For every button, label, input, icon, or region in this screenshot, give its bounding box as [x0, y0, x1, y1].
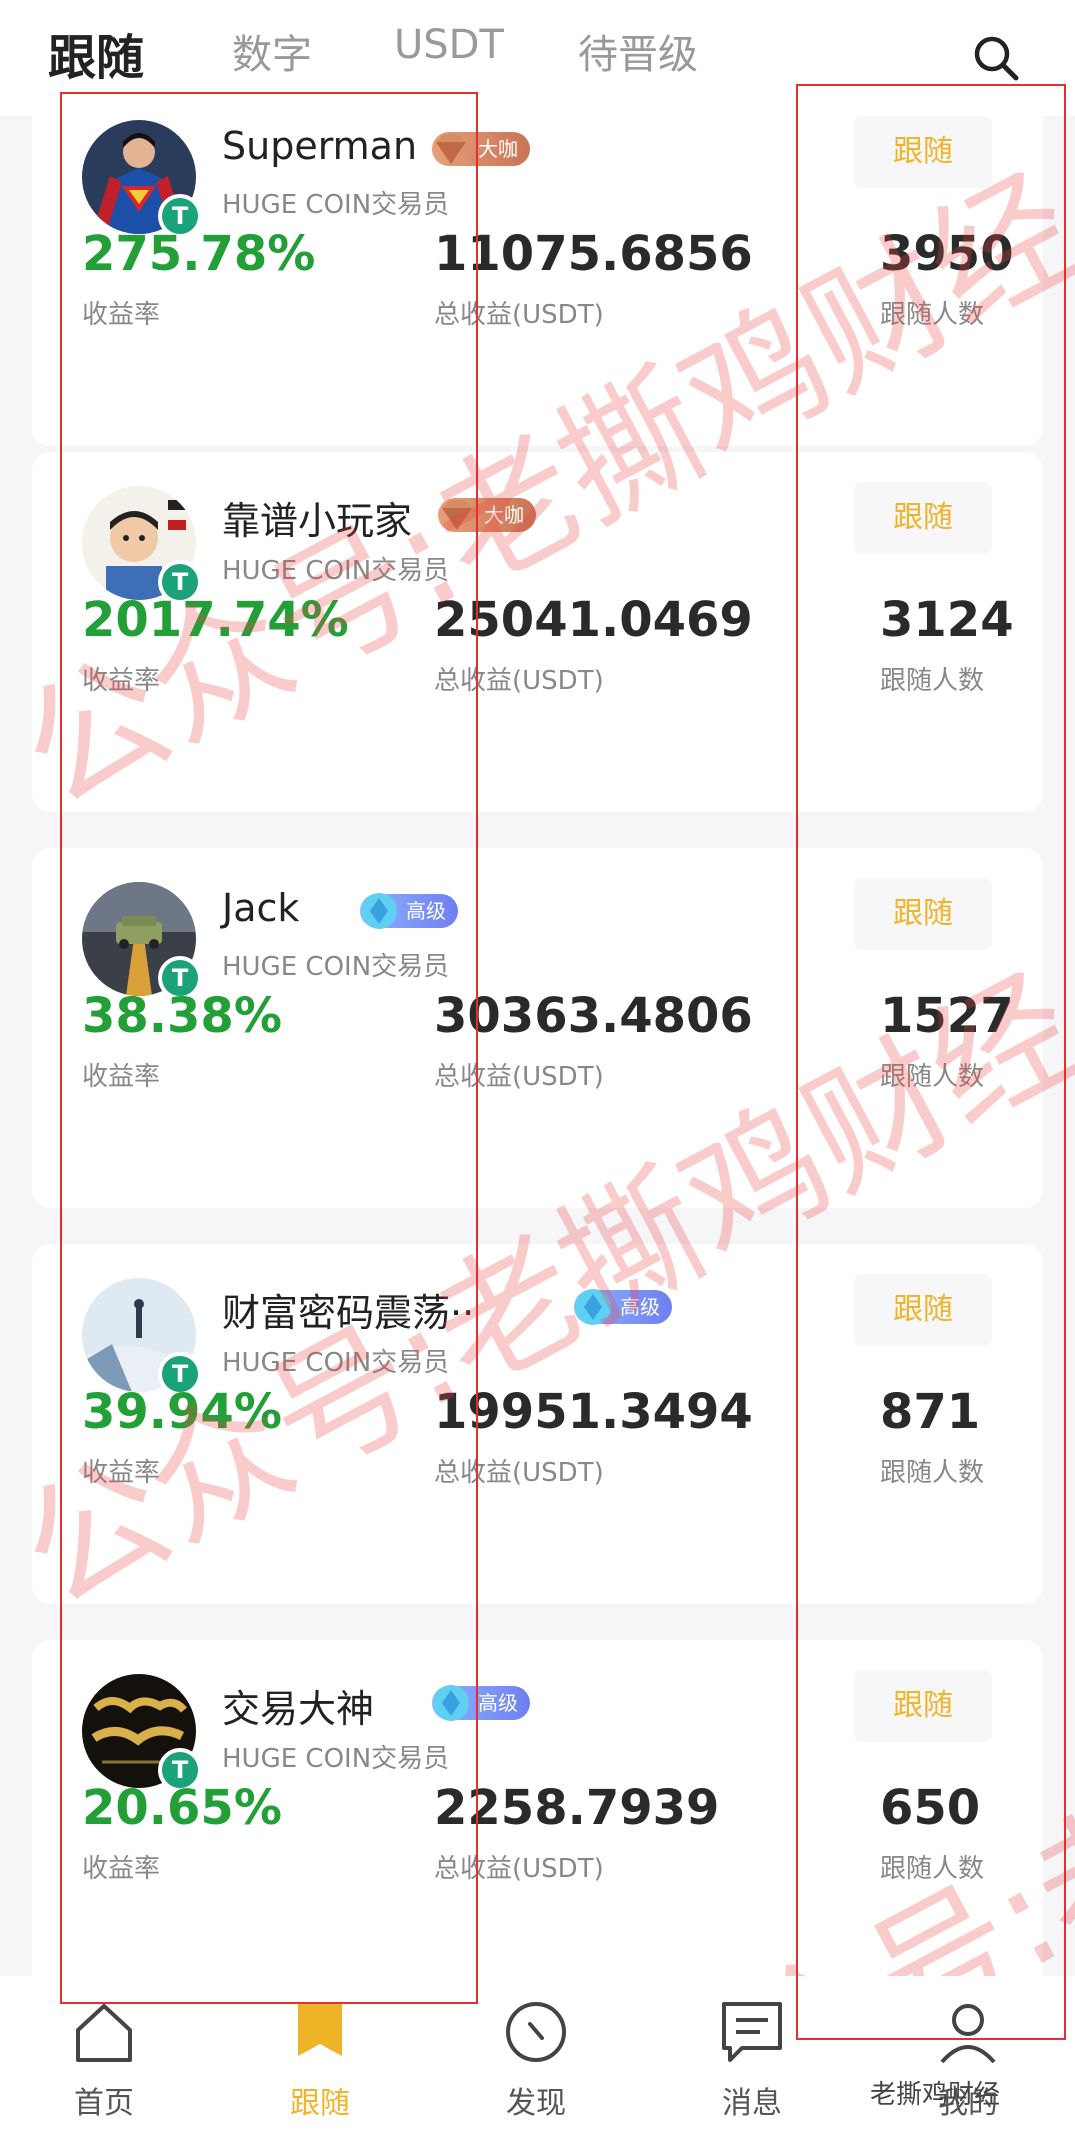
followers-count-label: 跟随人数: [880, 300, 985, 330]
followers-count-label: 跟随人数: [880, 1854, 985, 1884]
total-profit-value: 2258.7939: [434, 1780, 720, 1836]
crystal-icon: [433, 1685, 469, 1721]
tab-follow[interactable]: 跟随: [48, 18, 144, 88]
nav-discover[interactable]: 发现: [466, 1996, 606, 2122]
bottom-nav: 首页 跟随 发现 消息 我的: [0, 1976, 1075, 2136]
followers-count-label: 跟随人数: [880, 1458, 985, 1488]
search-icon[interactable]: [970, 32, 1022, 84]
follow-button[interactable]: 跟随: [854, 1670, 992, 1742]
level-label: 高级: [620, 1295, 660, 1319]
level-label: 高级: [406, 899, 446, 923]
followers-count-label: 跟随人数: [880, 1062, 985, 1092]
return-rate-label: 收益率: [82, 1458, 161, 1488]
trader-name[interactable]: 交易大神: [222, 1678, 374, 1733]
return-rate-value: 20.65%: [82, 1780, 282, 1836]
trader-role: HUGE COIN交易员: [222, 1744, 450, 1774]
level-badge: 大咖: [438, 498, 536, 532]
trader-role: HUGE COIN交易员: [222, 952, 450, 982]
follow-button[interactable]: 跟随: [854, 1274, 992, 1346]
return-rate-label: 收益率: [82, 1854, 161, 1884]
nav-label: 首页: [74, 2086, 134, 2121]
total-profit-label: 总收益(USDT): [434, 1458, 604, 1488]
tab-digital[interactable]: 数字: [232, 22, 312, 80]
total-profit-label: 总收益(USDT): [434, 666, 604, 696]
follow-button[interactable]: 跟随: [854, 878, 992, 950]
return-rate-value: 38.38%: [82, 988, 282, 1044]
return-rate-label: 收益率: [82, 666, 161, 696]
crystal-icon: [575, 1289, 611, 1325]
diamond-icon: [436, 134, 466, 164]
trader-name[interactable]: Jack: [222, 886, 299, 930]
tab-usdt[interactable]: USDT: [394, 22, 504, 68]
trader-card: T 靠谱小玩家 大咖 HUGE COIN交易员 跟随 2017.74% 收益率 …: [32, 452, 1043, 812]
home-icon: [76, 2004, 132, 2062]
followers-count-value: 871: [880, 1384, 981, 1440]
level-badge: 高级: [432, 1685, 530, 1721]
nav-label: 跟随: [290, 2086, 350, 2121]
nav-home[interactable]: 首页: [34, 1996, 174, 2122]
nav-follow[interactable]: 跟随: [250, 1996, 390, 2122]
level-label: 大咖: [484, 503, 524, 527]
tab-pending-promotion[interactable]: 待晋级: [578, 22, 698, 80]
trader-name[interactable]: Superman: [222, 124, 417, 168]
followers-count-label: 跟随人数: [880, 666, 985, 696]
trader-role: HUGE COIN交易员: [222, 190, 450, 220]
return-rate-value: 275.78%: [82, 226, 316, 282]
trader-name[interactable]: 财富密码震荡··: [222, 1282, 474, 1337]
trader-card: T 交易大神 高级 HUGE COIN交易员 跟随 20.65% 收益率 225…: [32, 1640, 1043, 1976]
return-rate-label: 收益率: [82, 1062, 161, 1092]
source-watermark: 老撕鸡财经: [870, 2080, 1001, 2110]
followers-count-value: 1527: [880, 988, 1014, 1044]
trader-list[interactable]: T Superman 大咖 HUGE COIN交易员 跟随 275.78% 收益…: [0, 116, 1075, 1976]
flag-icon: [298, 2002, 342, 2056]
return-rate-value: 2017.74%: [82, 592, 349, 648]
level-badge: 高级: [574, 1289, 672, 1325]
level-badge: 大咖: [432, 132, 530, 166]
total-profit-label: 总收益(USDT): [434, 1854, 604, 1884]
total-profit-label: 总收益(USDT): [434, 300, 604, 330]
trader-role: HUGE COIN交易员: [222, 556, 450, 586]
trader-card: T Jack 高级 HUGE COIN交易员 跟随 38.38% 收益率 303…: [32, 848, 1043, 1208]
level-label: 大咖: [478, 137, 518, 161]
nav-messages[interactable]: 消息: [682, 1996, 822, 2122]
return-rate-label: 收益率: [82, 300, 161, 330]
level-badge: 高级: [360, 893, 458, 929]
nav-label: 发现: [506, 2086, 566, 2121]
total-profit-value: 19951.3494: [434, 1384, 753, 1440]
follow-button[interactable]: 跟随: [854, 482, 992, 554]
diamond-icon: [442, 500, 472, 530]
top-tab-bar: 跟随 数字 USDT 待晋级: [0, 0, 1075, 116]
follow-button[interactable]: 跟随: [854, 116, 992, 188]
trader-name[interactable]: 靠谱小玩家: [222, 490, 412, 545]
profile-icon: [940, 2004, 996, 2064]
trader-role: HUGE COIN交易员: [222, 1348, 450, 1378]
level-label: 高级: [478, 1691, 518, 1715]
followers-count-value: 3124: [880, 592, 1014, 648]
followers-count-value: 650: [880, 1780, 981, 1836]
total-profit-value: 30363.4806: [434, 988, 753, 1044]
nav-label: 消息: [722, 2086, 782, 2121]
total-profit-label: 总收益(USDT): [434, 1062, 604, 1092]
total-profit-value: 25041.0469: [434, 592, 753, 648]
followers-count-value: 3950: [880, 226, 1014, 282]
trader-card: T Superman 大咖 HUGE COIN交易员 跟随 275.78% 收益…: [32, 116, 1043, 446]
return-rate-value: 39.94%: [82, 1384, 282, 1440]
total-profit-value: 11075.6856: [434, 226, 753, 282]
compass-icon: [506, 2002, 566, 2062]
message-icon: [722, 2002, 782, 2062]
crystal-icon: [361, 893, 397, 929]
trader-card: T 财富密码震荡·· 高级 HUGE COIN交易员 跟随 39.94% 收益率…: [32, 1244, 1043, 1604]
